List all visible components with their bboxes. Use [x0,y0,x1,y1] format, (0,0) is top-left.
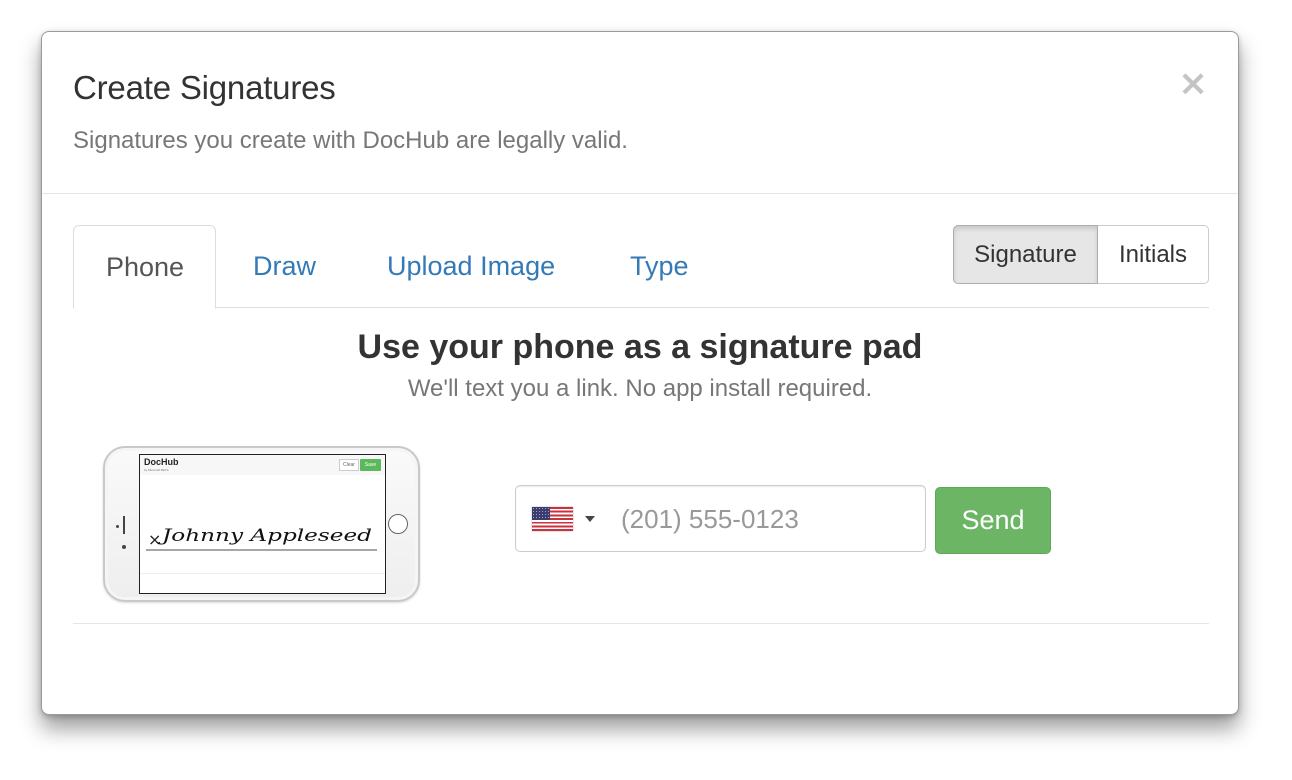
phone-illustration: DocHub by Microsoft BETA Clear Save × Jo… [103,446,420,602]
signature-toggle-button[interactable]: Signature [953,225,1098,284]
phone-speaker-dot [116,525,119,528]
footer-divider [73,623,1209,624]
phone-footer-line [140,573,385,574]
dialog-title: Create Signatures [73,69,336,106]
phone-number-input-group [515,485,926,552]
flag-canton [532,507,550,520]
initials-toggle-button[interactable]: Initials [1098,225,1209,284]
phone-home-button-icon [388,514,408,534]
sign-mark: × [148,530,161,549]
handwritten-signature: × Johnny Appleseed [146,526,377,551]
phone-side-bar [123,516,125,534]
country-select[interactable] [530,504,600,534]
create-signatures-dialog: Create Signatures Signatures you create … [41,31,1239,715]
dialog-subtitle: Signatures you create with DocHub are le… [73,127,628,154]
signature-text: Johnny Appleseed [158,526,372,546]
tab-phone[interactable]: Phone [73,225,216,309]
caret-down-icon [585,516,595,522]
send-button[interactable]: Send [935,487,1051,554]
phone-number-input[interactable] [621,496,911,542]
phone-logo-sub: by Microsoft BETA [144,468,169,472]
phone-pad-subheading: We'll text you a link. No app install re… [407,375,873,402]
close-icon[interactable]: × [1178,64,1208,104]
tab-type[interactable]: Type [598,225,721,308]
dialog-header: Create Signatures Signatures you create … [42,32,1238,194]
tab-draw[interactable]: Draw [221,225,348,308]
phone-screen: DocHub by Microsoft BETA Clear Save × Jo… [139,454,386,594]
signature-initials-toggle: Signature Initials [953,225,1209,284]
us-flag-icon [532,507,573,531]
phone-save-button: Save [360,459,381,471]
phone-dochub-logo: DocHub [144,457,179,467]
phone-clear-button: Clear [339,459,359,471]
phone-app-bar: DocHub by Microsoft BETA Clear Save [140,455,385,475]
phone-camera-dot [122,545,126,549]
tab-upload-image[interactable]: Upload Image [355,225,587,308]
phone-pad-heading: Use your phone as a signature pad [357,328,923,366]
